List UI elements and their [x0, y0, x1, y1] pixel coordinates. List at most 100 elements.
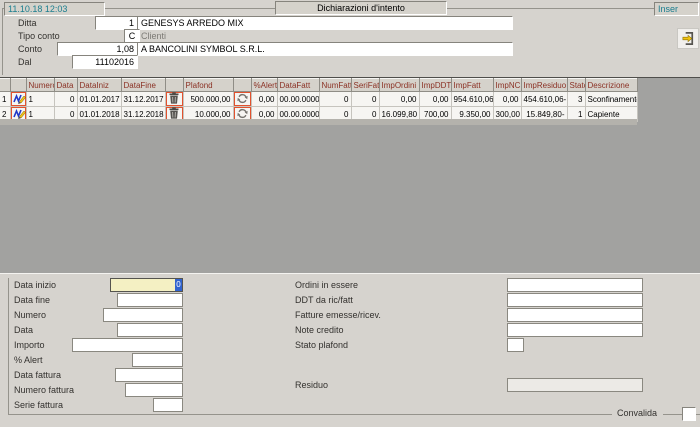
data-fattura-label: Data fattura — [14, 370, 61, 380]
convalida-label: Convalida — [617, 408, 657, 418]
convalida-checkbox[interactable] — [682, 407, 696, 421]
fatture-label: Fatture emesse/ricev. — [295, 310, 381, 320]
note-credito-label: Note credito — [295, 325, 344, 335]
exit-button[interactable] — [677, 28, 699, 49]
plafond-grid: Numero Data DataIniz DataFine Plafond %A… — [0, 78, 638, 122]
cell-impresiduo[interactable]: 454.610,06- — [521, 92, 567, 107]
edit-row-button[interactable] — [10, 92, 26, 107]
col-stato: Stato — [567, 79, 585, 92]
alert-field[interactable] — [132, 353, 183, 367]
stato-plafond-field[interactable] — [507, 338, 524, 352]
cell-rownum: 1 — [0, 92, 10, 107]
edit-pencil-icon — [13, 93, 26, 104]
trash-icon — [169, 107, 179, 119]
data-fine-field[interactable] — [117, 293, 183, 307]
cell-descrizione[interactable]: Sconfinamento — [585, 92, 637, 107]
convalida-connector-left — [663, 414, 682, 415]
dal-label: Dal — [18, 57, 32, 67]
stato-plafond-label: Stato plafond — [295, 340, 348, 350]
ddt-field[interactable] — [507, 293, 643, 307]
col-alert: %Alert — [251, 79, 277, 92]
selection-cursor: 0 — [175, 279, 182, 291]
trash-icon — [169, 92, 179, 104]
col-numfatt: NumFatt — [319, 79, 351, 92]
cell-stato[interactable]: 3 — [567, 92, 585, 107]
conto-name-field[interactable]: A BANCOLINI SYMBOL S.R.L. — [137, 42, 513, 56]
residuo-field[interactable] — [507, 378, 643, 392]
numero-fattura-label: Numero fattura — [14, 385, 74, 395]
cell-impordini[interactable]: 0,00 — [379, 92, 419, 107]
residuo-label: Residuo — [295, 380, 328, 390]
data-field[interactable] — [117, 323, 183, 337]
col-impordini: ImpOrdini — [379, 79, 419, 92]
col-datafatt: DataFatt — [277, 79, 319, 92]
tipo-conto-field[interactable]: C — [124, 29, 140, 43]
serie-fattura-field[interactable] — [153, 398, 183, 412]
data-label: Data — [14, 325, 33, 335]
cell-numero[interactable]: 1 — [26, 92, 54, 107]
data-fine-label: Data fine — [14, 295, 50, 305]
ditta-label: Ditta — [18, 18, 37, 28]
mode-badge: Inser — [654, 2, 699, 16]
col-data: Data — [54, 79, 77, 92]
cell-numfatt[interactable]: 0 — [319, 92, 351, 107]
ordini-label: Ordini in essere — [295, 280, 358, 290]
fatture-field[interactable] — [507, 308, 643, 322]
grid-bottom-edge — [0, 119, 637, 125]
importo-label: Importo — [14, 340, 45, 350]
dal-field[interactable]: 11102016 — [72, 55, 138, 69]
cell-datafine[interactable]: 31.12.2017 — [121, 92, 165, 107]
col-delete — [165, 79, 183, 92]
data-inizio-field[interactable]: 0 — [110, 278, 183, 292]
cell-impnc[interactable]: 0,00 — [493, 92, 521, 107]
numero-fattura-field[interactable] — [125, 383, 183, 397]
cell-plafond[interactable]: 500.000,00 — [183, 92, 233, 107]
col-plafond: Plafond — [183, 79, 233, 92]
col-descrizione: Descrizione — [585, 79, 637, 92]
cell-serifatt[interactable]: 0 — [351, 92, 379, 107]
cell-datainiz[interactable]: 01.01.2017 — [77, 92, 121, 107]
ordini-field[interactable] — [507, 278, 643, 292]
cell-impfatt[interactable]: 954.610,06 — [451, 92, 493, 107]
delete-row-button[interactable] — [165, 92, 183, 107]
col-impresiduo: ImpResiduo — [521, 79, 567, 92]
cell-alert[interactable]: 0,00 — [251, 92, 277, 107]
col-rownum — [0, 79, 10, 92]
refresh-icon — [237, 108, 248, 119]
ditta-name-field[interactable]: GENESYS ARREDO MIX — [137, 16, 513, 30]
numero-field[interactable] — [103, 308, 183, 322]
col-serifatt: SeriFatt — [351, 79, 379, 92]
tipo-conto-desc: Clienti — [141, 31, 166, 41]
timestamp-box: 11.10.18 12:03 — [4, 2, 105, 16]
col-impfatt: ImpFatt — [451, 79, 493, 92]
data-fattura-field[interactable] — [115, 368, 183, 382]
importo-field[interactable] — [72, 338, 183, 352]
list-background-panel: Numero Data DataIniz DataFine Plafond %A… — [0, 77, 700, 273]
edit-pencil-icon — [13, 108, 26, 119]
refresh-icon — [237, 93, 248, 104]
grid-header-row: Numero Data DataIniz DataFine Plafond %A… — [0, 79, 637, 92]
col-edit — [10, 79, 26, 92]
tipo-conto-label: Tipo conto — [18, 31, 60, 41]
alert-label: % Alert — [14, 355, 43, 365]
ddt-label: DDT da ric/fatt — [295, 295, 353, 305]
data-inizio-label: Data inizio — [14, 280, 56, 290]
serie-fattura-label: Serie fattura — [14, 400, 63, 410]
conto-field[interactable]: 1,08 — [57, 42, 138, 56]
page-title: Dichiarazioni d'intento — [275, 1, 447, 15]
col-impnc: ImpNC — [493, 79, 521, 92]
col-refresh — [233, 79, 251, 92]
col-datainiz: DataIniz — [77, 79, 121, 92]
note-credito-field[interactable] — [507, 323, 643, 337]
cell-datafatt[interactable]: 00.00.0000 — [277, 92, 319, 107]
numero-label: Numero — [14, 310, 46, 320]
cell-impddt[interactable]: 0,00 — [419, 92, 451, 107]
ditta-field[interactable]: 1 — [95, 16, 138, 30]
refresh-row-button[interactable] — [233, 92, 251, 107]
cell-data[interactable]: 0 — [54, 92, 77, 107]
col-datafine: DataFine — [121, 79, 165, 92]
conto-label: Conto — [18, 44, 42, 54]
form-frame-left — [8, 278, 9, 414]
table-row: 1 1 0 01.01.2017 31.12.2017 — [0, 92, 637, 107]
col-impddt: ImpDDT — [419, 79, 451, 92]
